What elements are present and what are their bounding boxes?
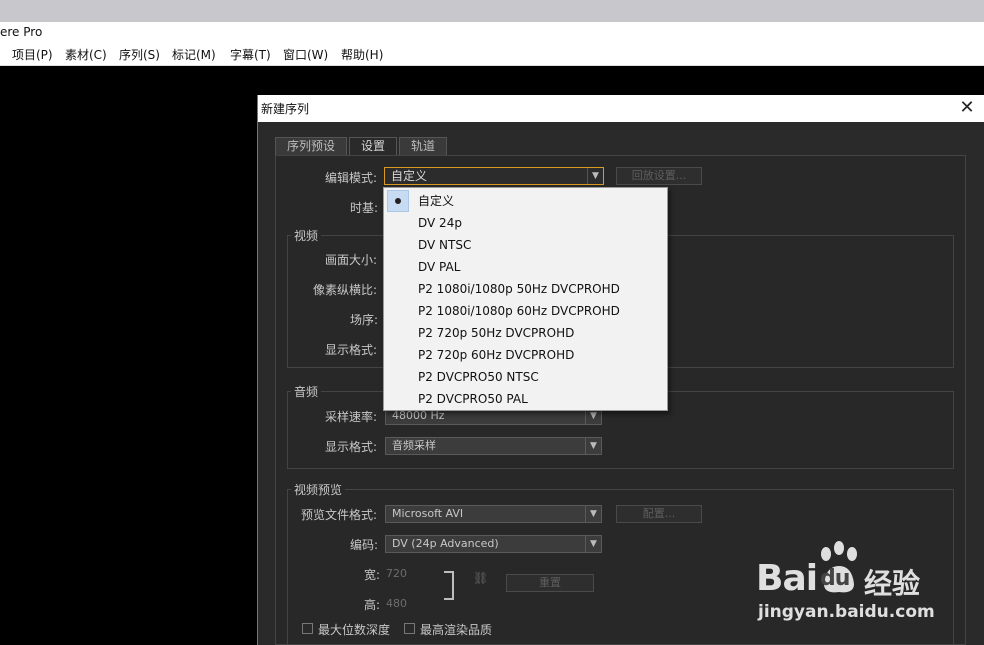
audio-display-format-select[interactable]: 音频采样 ▼ — [385, 437, 602, 455]
dialog-title: 新建序列 — [261, 102, 310, 116]
tab-tracks[interactable]: 轨道 — [399, 137, 447, 155]
edit-mode-value: 自定义 — [391, 169, 428, 183]
link-icon[interactable]: ⛓ — [473, 571, 488, 585]
dropdown-option-p2-720p-50hz[interactable]: P2 720p 50Hz DVCPROHD — [384, 322, 667, 344]
baidu-jingyan-watermark: Bai du 经验 jingyan.baidu.com — [756, 540, 976, 630]
video-preview-group-title: 视频预览 — [291, 481, 346, 498]
video-group-title: 视频 — [291, 227, 322, 244]
app-titlebar: ere Pro — [0, 22, 984, 43]
max-render-quality-checkbox[interactable] — [404, 623, 415, 634]
tab-settings[interactable]: 设置 — [349, 137, 397, 155]
dropdown-option-p2-1080-50hz[interactable]: P2 1080i/1080p 50Hz DVCPROHD — [384, 278, 667, 300]
dropdown-option-p2-1080-60hz[interactable]: P2 1080i/1080p 60Hz DVCPROHD — [384, 300, 667, 322]
height-label: 高: — [364, 598, 381, 612]
edit-mode-select[interactable]: 自定义 ▼ — [384, 167, 604, 185]
codec-select[interactable]: DV (24p Advanced) ▼ — [385, 535, 602, 553]
edit-mode-label: 编辑模式: — [325, 171, 378, 185]
width-value[interactable]: 720 — [386, 567, 407, 580]
audio-display-format-value: 音频采样 — [392, 439, 436, 452]
dialog-titlebar: 新建序列 ✕ — [258, 95, 984, 122]
chevron-down-icon: ▼ — [587, 168, 603, 184]
dropdown-option-p2-720p-60hz[interactable]: P2 720p 60Hz DVCPROHD — [384, 344, 667, 366]
max-render-quality-label: 最高渲染品质 — [420, 623, 493, 637]
reset-button[interactable]: 重置 — [506, 574, 594, 592]
chevron-down-icon: ▼ — [585, 506, 601, 522]
chevron-down-icon: ▼ — [585, 438, 601, 454]
app-title: ere Pro — [0, 25, 43, 39]
menu-sequence[interactable]: 序列(S) — [119, 46, 160, 63]
codec-value: DV (24p Advanced) — [392, 537, 499, 550]
configure-button[interactable]: 配置... — [616, 505, 702, 523]
width-label: 宽: — [364, 568, 381, 582]
pixel-aspect-label: 像素纵横比: — [313, 283, 378, 297]
preview-file-format-label: 预览文件格式: — [301, 508, 378, 522]
audio-display-format-label: 显示格式: — [325, 440, 378, 454]
field-order-label: 场序: — [350, 313, 379, 327]
menu-bar: 项目(P) 素材(C) 序列(S) 标记(M) 字幕(T) 窗口(W) 帮助(H… — [0, 43, 984, 66]
playback-settings-button[interactable]: 回放设置... — [616, 167, 702, 185]
menu-title[interactable]: 字幕(T) — [230, 46, 271, 63]
os-top-bar — [0, 0, 984, 22]
timebase-label: 时基: — [350, 201, 379, 215]
menu-clip[interactable]: 素材(C) — [65, 46, 107, 63]
aspect-bracket — [444, 571, 454, 600]
preview-file-format-select[interactable]: Microsoft AVI ▼ — [385, 505, 602, 523]
dropdown-option-p2-dvcpro50-pal[interactable]: P2 DVCPRO50 PAL — [384, 388, 667, 410]
frame-size-label: 画面大小: — [325, 253, 378, 267]
height-value[interactable]: 480 — [386, 597, 407, 610]
menu-help[interactable]: 帮助(H) — [341, 46, 383, 63]
menu-project[interactable]: 项目(P) — [12, 46, 53, 63]
sample-rate-label: 采样速率: — [325, 410, 378, 424]
preview-file-format-value: Microsoft AVI — [392, 507, 464, 520]
watermark-brand-du: du — [820, 566, 850, 591]
watermark-brand: Bai — [756, 558, 818, 599]
chevron-down-icon: ▼ — [585, 536, 601, 552]
codec-label: 编码: — [350, 538, 379, 552]
watermark-url: jingyan.baidu.com — [758, 602, 935, 622]
dropdown-option-custom[interactable]: 自定义 — [384, 190, 667, 212]
video-display-format-label: 显示格式: — [325, 343, 378, 357]
tab-sequence-presets[interactable]: 序列预设 — [275, 137, 347, 155]
dropdown-option-p2-dvcpro50-ntsc[interactable]: P2 DVCPRO50 NTSC — [384, 366, 667, 388]
audio-group-title: 音频 — [291, 383, 322, 400]
menu-window[interactable]: 窗口(W) — [283, 46, 328, 63]
max-bit-depth-label: 最大位数深度 — [318, 623, 391, 637]
dropdown-option-dv-pal[interactable]: DV PAL — [384, 256, 667, 278]
close-icon[interactable]: ✕ — [959, 98, 975, 118]
max-bit-depth-checkbox[interactable] — [302, 623, 313, 634]
watermark-cn: 经验 — [864, 567, 921, 600]
dropdown-option-dv-24p[interactable]: DV 24p — [384, 212, 667, 234]
edit-mode-dropdown: 自定义 DV 24p DV NTSC DV PAL P2 1080i/1080p… — [383, 187, 668, 411]
menu-marker[interactable]: 标记(M) — [172, 46, 216, 63]
dropdown-option-dv-ntsc[interactable]: DV NTSC — [384, 234, 667, 256]
